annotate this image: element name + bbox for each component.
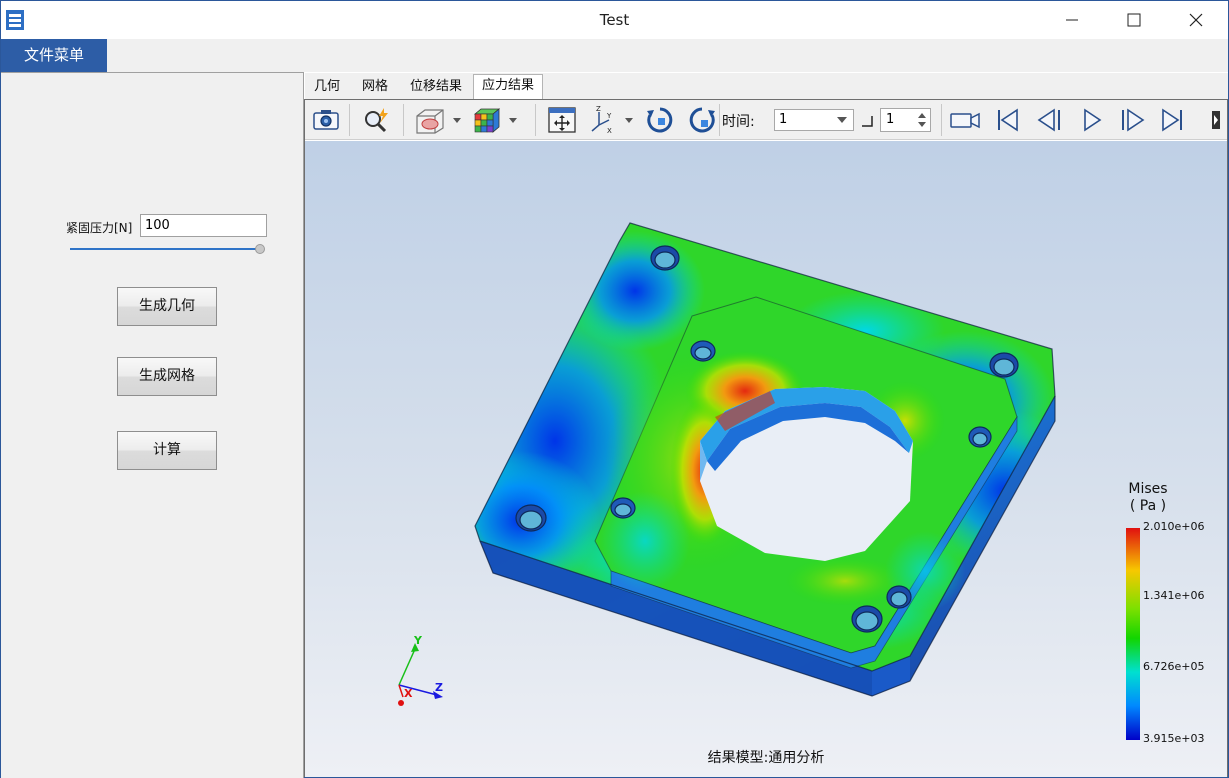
result-model-caption: 结果模型:通用分析 — [707, 750, 825, 766]
axes-button[interactable]: Z Y X — [587, 104, 637, 136]
zoom-icon — [365, 108, 388, 133]
rotate-left-icon — [647, 107, 673, 133]
record-button[interactable] — [947, 104, 983, 136]
title-bar: Test — [1, 1, 1228, 39]
pressure-slider-handle[interactable] — [255, 244, 265, 254]
maximize-button[interactable] — [1103, 1, 1165, 39]
first-frame-icon — [998, 108, 1018, 132]
color-legend-bar — [1126, 528, 1140, 740]
toolbar-overflow-button[interactable] — [1207, 104, 1225, 136]
app-window: Test 文件菜单 紧固压力[N] 生成几何 生成网格 计算 几何 网格 位移结… — [0, 0, 1229, 778]
fit-view-icon — [548, 107, 576, 133]
step-marker-icon — [862, 116, 873, 127]
next-frame-icon — [1122, 108, 1145, 132]
legend-tick-min: 3.915e+03 — [1143, 732, 1205, 745]
maximize-icon — [1127, 13, 1141, 27]
rotate-left-button[interactable] — [643, 104, 677, 136]
section-view-button[interactable] — [413, 104, 463, 136]
next-frame-button[interactable] — [1115, 104, 1149, 136]
axis-triad: Y Z X — [398, 635, 443, 706]
record-icon — [950, 112, 980, 129]
step-spinbox-value: 1 — [886, 112, 895, 127]
color-cube-button[interactable] — [471, 104, 521, 136]
step-spinbox[interactable]: 1 — [880, 108, 931, 132]
time-select-value: 1 — [779, 112, 788, 127]
parameter-panel: 紧固压力[N] 生成几何 生成网格 计算 — [1, 72, 304, 778]
viewer-toolbar: Z Y X 时间: 1 1 — [305, 100, 1227, 140]
fit-view-button[interactable] — [545, 104, 579, 136]
pressure-label: 紧固压力[N] — [66, 221, 133, 235]
tab-stress[interactable]: 应力结果 — [473, 74, 543, 100]
pressure-input[interactable] — [140, 214, 267, 237]
section-view-icon — [416, 109, 461, 134]
zoom-button[interactable] — [359, 104, 393, 136]
rotate-right-button[interactable] — [685, 104, 719, 136]
menu-bar: 文件菜单 — [1, 39, 1228, 72]
color-cube-icon — [473, 108, 517, 133]
legend-tick: 6.726e+05 — [1143, 660, 1205, 673]
first-frame-button[interactable] — [991, 104, 1025, 136]
svg-text:Y: Y — [606, 112, 612, 120]
camera-icon — [313, 110, 339, 130]
time-label: 时间: — [722, 114, 755, 130]
play-icon — [1084, 108, 1102, 132]
last-frame-button[interactable] — [1155, 104, 1189, 136]
tab-mesh[interactable]: 网格 — [353, 76, 397, 99]
spin-arrows-icon[interactable] — [918, 112, 926, 128]
axis-z-label: Z — [435, 681, 443, 694]
screenshot-button[interactable] — [309, 104, 343, 136]
overflow-icon — [1212, 111, 1220, 129]
rotate-right-icon — [689, 107, 715, 133]
axis-x-label: X — [404, 687, 413, 700]
chevron-down-icon — [837, 117, 847, 123]
view-tabs: 几何 网格 位移结果 应力结果 — [305, 73, 1228, 100]
legend-tick: 1.341e+06 — [1143, 589, 1205, 602]
axes-icon: Z Y X — [591, 105, 633, 135]
legend-unit: ( Pa ) — [1129, 498, 1167, 514]
pressure-slider-track[interactable] — [70, 248, 260, 250]
legend-title: Mises ( Pa ) — [1123, 481, 1173, 515]
tab-geometry[interactable]: 几何 — [305, 76, 349, 99]
last-frame-icon — [1162, 108, 1182, 132]
previous-frame-button[interactable] — [1033, 104, 1067, 136]
legend-tick-max: 2.010e+06 — [1143, 520, 1205, 533]
close-button[interactable] — [1165, 1, 1227, 39]
compute-button[interactable]: 计算 — [117, 431, 217, 470]
play-button[interactable] — [1075, 104, 1109, 136]
svg-text:Z: Z — [596, 105, 601, 113]
minimize-button[interactable] — [1041, 1, 1103, 39]
generate-geometry-button[interactable]: 生成几何 — [117, 287, 217, 326]
legend-quantity: Mises — [1128, 481, 1168, 497]
generate-mesh-button[interactable]: 生成网格 — [117, 357, 217, 396]
previous-frame-icon — [1037, 108, 1060, 132]
time-select[interactable]: 1 — [774, 109, 854, 131]
tab-displacement[interactable]: 位移结果 — [401, 76, 471, 99]
minimize-icon — [1066, 19, 1078, 21]
file-menu[interactable]: 文件菜单 — [1, 39, 107, 72]
3d-viewport[interactable]: Y Z X Mises ( Pa ) 2.010e+06 1.341e+06 6… — [305, 141, 1227, 777]
axis-y-label: Y — [413, 635, 423, 647]
svg-text:X: X — [607, 127, 612, 135]
close-icon — [1189, 13, 1203, 27]
